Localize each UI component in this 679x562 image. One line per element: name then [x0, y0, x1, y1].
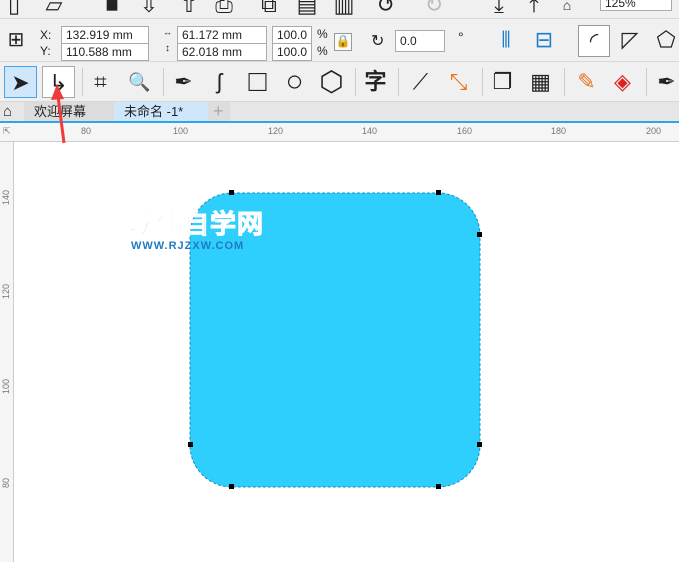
watermark-title: 软件自学网 [128, 209, 265, 240]
red-arrow-annotation [56, 95, 66, 144]
watermark-url: WWW.RJZXW.COM [131, 240, 245, 252]
red-arrow-head [51, 84, 64, 100]
canvas-overlay [51, 84, 482, 489]
